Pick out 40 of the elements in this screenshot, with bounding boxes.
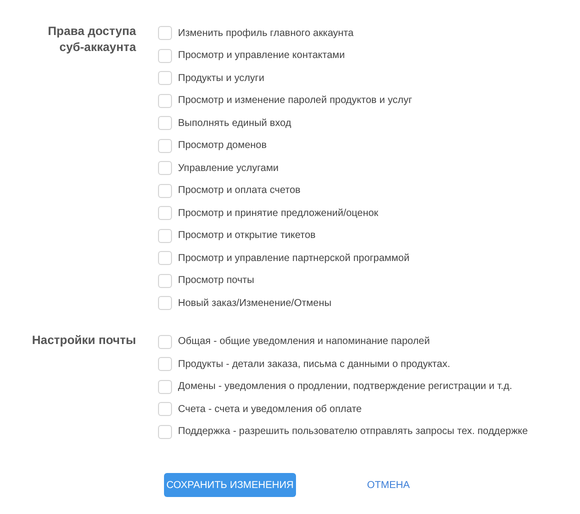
checkbox[interactable] — [158, 138, 172, 153]
checkbox-label: Управление услугами — [178, 162, 279, 174]
cancel-link[interactable]: ОТМЕНА — [367, 480, 410, 490]
checkbox-label: Просмотр и оплата счетов — [178, 185, 300, 196]
checkbox[interactable] — [158, 71, 172, 86]
checkbox-label: Продукты и услуги — [178, 72, 264, 84]
checkbox[interactable] — [158, 48, 172, 63]
save-button[interactable]: СОХРАНИТЬ ИЗМЕНЕНИЯ — [164, 473, 296, 497]
checkbox-label: Общая - общие уведомления и напоминание паролей — [178, 336, 430, 348]
section-label: Настройки почты — [30, 332, 136, 348]
checkbox-label: Просмотр доменов — [178, 140, 267, 152]
section-label: Права доступа суб-аккаунта — [46, 23, 136, 56]
checkbox[interactable] — [158, 380, 172, 394]
checkbox-label: Просмотр и управление контактами — [178, 50, 345, 62]
checkbox[interactable] — [158, 402, 172, 416]
checkbox[interactable] — [158, 161, 172, 176]
checkbox[interactable] — [158, 94, 172, 108]
checkbox-label: Поддержка - разрешить пользователю отправлять запросы тех. поддержке — [178, 426, 528, 438]
checkbox[interactable] — [158, 424, 172, 439]
checkbox-label: Продукты - детали заказа, письма с данными о продуктах. — [178, 358, 450, 370]
checkbox-label: Просмотр и изменение паролей продуктов и услуг — [178, 95, 412, 106]
checkbox-label: Счета - счета и уведомления об оплате — [178, 404, 362, 415]
checkbox-label: Новый заказ/Изменение/Отмены — [178, 298, 332, 309]
checkbox[interactable] — [158, 296, 172, 310]
checkbox[interactable] — [158, 116, 172, 130]
checkbox[interactable] — [158, 26, 172, 40]
checkbox[interactable] — [158, 274, 172, 288]
checkbox[interactable] — [158, 228, 172, 243]
checkbox-label: Выполнять единый вход — [178, 118, 292, 129]
checkbox[interactable] — [158, 334, 172, 349]
checkbox[interactable] — [158, 184, 172, 198]
checkbox-label: Домены - уведомления о продлении, подтверждение регистрации и т.д. — [178, 381, 512, 392]
checkbox[interactable] — [158, 357, 172, 372]
checkbox-label: Просмотр и управление партнерской программой — [178, 252, 410, 264]
checkbox-label: Просмотр и принятие предложений/оценок — [178, 208, 378, 219]
checkbox-label: Просмотр и открытие тикетов — [178, 230, 316, 242]
checkbox[interactable] — [158, 251, 172, 266]
checkbox-label: Изменить профиль главного аккаунта — [178, 28, 354, 39]
checkbox-label: Просмотр почты — [178, 275, 254, 286]
checkbox[interactable] — [158, 206, 172, 220]
